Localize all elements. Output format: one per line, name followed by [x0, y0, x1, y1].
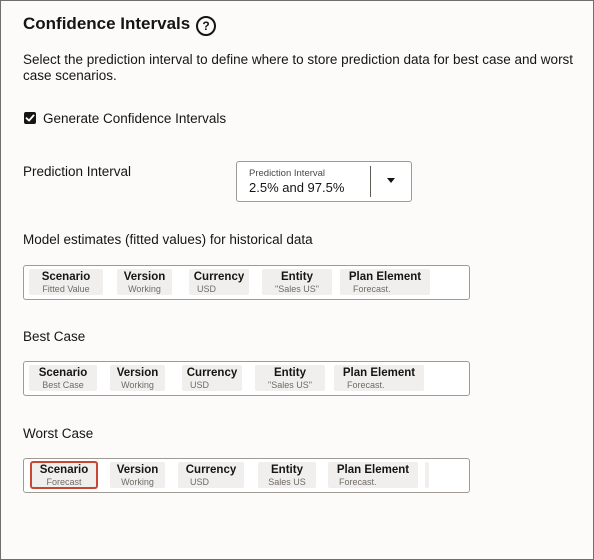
- member-chip-currency[interactable]: Currency USD: [189, 269, 249, 295]
- member-chip-scenario[interactable]: Scenario Best Case: [29, 365, 97, 391]
- member-chip-version[interactable]: Version Working: [110, 365, 165, 391]
- member-value: Forecast.: [353, 284, 391, 294]
- member-value: Forecast: [46, 477, 82, 487]
- member-dimension: Version: [123, 271, 166, 283]
- member-value: Forecast.: [339, 477, 377, 487]
- best-case-members: Scenario Best Case Version Working Curre…: [23, 361, 470, 396]
- member-dimension: Scenario: [39, 464, 89, 476]
- member-chip-entity[interactable]: Entity "Sales US": [255, 365, 325, 391]
- member-value: Working: [121, 477, 154, 487]
- member-dimension: Plan Element: [348, 271, 422, 283]
- member-dimension: Currency: [185, 464, 237, 476]
- member-chip-currency[interactable]: Currency USD: [178, 462, 244, 488]
- prediction-interval-select-value: 2.5% and 97.5%: [249, 180, 345, 195]
- member-chip-scenario[interactable]: Scenario Forecast: [30, 461, 98, 489]
- member-value: Sales US: [268, 477, 306, 487]
- member-value: Working: [128, 284, 161, 294]
- member-chip-overflow: [425, 462, 429, 488]
- member-value: "Sales US": [275, 284, 319, 294]
- member-dimension: Plan Element: [336, 464, 410, 476]
- member-chip-version[interactable]: Version Working: [117, 269, 172, 295]
- worst-case-members: Scenario Forecast Version Working Curren…: [23, 458, 470, 493]
- generate-confidence-intervals-checkbox[interactable]: [24, 112, 36, 124]
- member-value: Working: [121, 380, 154, 390]
- member-chip-plan-element[interactable]: Plan Element Forecast.: [328, 462, 418, 488]
- member-value: "Sales US": [268, 380, 312, 390]
- member-chip-plan-element[interactable]: Plan Element Forecast.: [340, 269, 430, 295]
- generate-confidence-intervals-label[interactable]: Generate Confidence Intervals: [43, 111, 226, 126]
- member-dimension: Version: [116, 464, 159, 476]
- prediction-interval-select[interactable]: Prediction Interval 2.5% and 97.5%: [236, 161, 412, 202]
- member-value: USD: [190, 380, 210, 390]
- member-dimension: Scenario: [38, 367, 88, 379]
- member-dimension: Entity: [274, 367, 306, 379]
- model-estimates-label: Model estimates (fitted values) for hist…: [23, 232, 313, 247]
- member-dimension: Currency: [193, 271, 245, 283]
- member-dimension: Currency: [186, 367, 238, 379]
- member-dimension: Scenario: [41, 271, 91, 283]
- member-chip-entity[interactable]: Entity "Sales US": [262, 269, 332, 295]
- member-dimension: Version: [116, 367, 159, 379]
- prediction-interval-select-label: Prediction Interval: [249, 168, 326, 179]
- member-value: Fitted Value: [42, 284, 90, 294]
- member-dimension: Entity: [271, 464, 303, 476]
- section-description: Select the prediction interval to define…: [23, 52, 574, 83]
- member-value: USD: [197, 284, 217, 294]
- member-chip-version[interactable]: Version Working: [110, 462, 165, 488]
- prediction-interval-label: Prediction Interval: [23, 164, 132, 179]
- chevron-down-icon[interactable]: [387, 178, 395, 183]
- member-value: USD: [190, 477, 210, 487]
- section-title: Confidence Intervals: [23, 14, 191, 33]
- member-chip-entity[interactable]: Entity Sales US: [258, 462, 316, 488]
- member-chip-plan-element[interactable]: Plan Element Forecast.: [334, 365, 424, 391]
- best-case-label: Best Case: [23, 329, 86, 344]
- member-value: Forecast.: [347, 380, 385, 390]
- help-icon[interactable]: ?: [196, 16, 216, 36]
- member-dimension: Plan Element: [342, 367, 416, 379]
- member-chip-currency[interactable]: Currency USD: [182, 365, 242, 391]
- select-divider: [370, 166, 371, 197]
- member-chip-scenario[interactable]: Scenario Fitted Value: [29, 269, 103, 295]
- worst-case-label: Worst Case: [23, 426, 94, 441]
- checkmark-icon: [25, 114, 35, 122]
- confidence-intervals-panel: Confidence Intervals ? Select the predic…: [0, 0, 594, 560]
- model-estimates-members: Scenario Fitted Value Version Working Cu…: [23, 265, 470, 300]
- member-value: Best Case: [42, 380, 84, 390]
- member-dimension: Entity: [281, 271, 313, 283]
